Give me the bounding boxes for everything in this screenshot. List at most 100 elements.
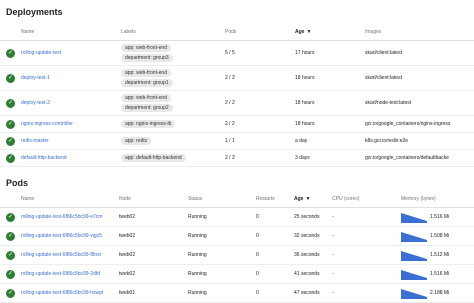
header-images: Images [365, 28, 382, 35]
label-stack: app: web-front-end department: group3 [121, 43, 222, 63]
status-cell: ✓ [0, 136, 18, 146]
status-cell: ✓ [0, 269, 18, 279]
table-row[interactable]: ✓ nginx-ingress-controller app: nginx-ingr… [0, 116, 474, 133]
deployment-name-link[interactable]: rolling-update-test [18, 50, 118, 56]
header-status: Status [188, 195, 203, 202]
image-value: skarl/node-test:latest [365, 100, 412, 106]
age-value: 18 hours [295, 121, 315, 127]
image-value: k8s.gcr.io/redis:e2e [365, 138, 409, 144]
dashboard-page: Deployments Name Labels Pods Age ▼ Images… [0, 0, 474, 303]
age-value: 41 seconds [294, 271, 320, 277]
pods-section: Pods [0, 171, 474, 192]
age-value: 3 days [295, 155, 310, 161]
deployment-name-link[interactable]: redis-master [18, 138, 118, 144]
labels-cell: app: nginx-ingress-lb [118, 119, 222, 129]
table-row[interactable]: ✓ rolling-update-test app: web-front-end de… [0, 41, 474, 66]
restarts-value: 0 [256, 252, 259, 258]
table-row[interactable]: ✓ deploy-test-1 app: web-front-end departme… [0, 66, 474, 91]
status-cell: ✓ [0, 250, 18, 260]
pods-title: Pods [6, 178, 29, 188]
age-value: 18 hours [295, 100, 315, 106]
check-circle-icon: ✓ [6, 119, 15, 129]
pod-name-link[interactable]: rolling-update-test-6f86c5bc99-vqjz5 [18, 233, 116, 239]
table-row[interactable]: ✓ rolling-update-test-6f86c5bc99-e7cm tweb… [0, 208, 474, 227]
node-value: tweb02 [119, 233, 136, 239]
memory-value: 1.512 Mi [430, 252, 450, 258]
memory-value: 1.516 Mi [430, 214, 450, 220]
pod-name-link[interactable]: rolling-update-test-6f86c5bc99-hswpt [18, 290, 116, 296]
label-chip: app: web-front-end [121, 44, 171, 52]
age-value: a day [295, 138, 308, 144]
label-chip: app: redis [121, 137, 151, 145]
memory-value: 1.508 Mi [430, 233, 450, 239]
memory-cell: 1.508 Mi [398, 231, 474, 242]
header-age[interactable]: Age ▼ [292, 29, 362, 35]
header-age-label: Age [295, 28, 305, 35]
check-circle-icon: ✓ [6, 48, 15, 58]
cpu-value: - [332, 252, 334, 258]
node-value: tweb02 [119, 252, 136, 258]
deployment-name-link[interactable]: default-http-backend [18, 155, 118, 161]
table-row[interactable]: ✓ deploy-test-2 app: web-front-end departme… [0, 91, 474, 116]
status-value: Running [188, 214, 207, 220]
status-value: Running [188, 290, 207, 296]
cpu-value: - [332, 214, 334, 220]
pods-count: 1 / 1 [225, 138, 235, 144]
status-value: Running [188, 233, 207, 239]
deployments-title: Deployments [6, 7, 63, 17]
header-age-label: Age [294, 195, 304, 202]
table-row[interactable]: ✓ rolling-update-test-6f86c5bc99-vqjz5 twe… [0, 227, 474, 246]
header-node: Node [119, 195, 131, 202]
memory-cell: 2.188 Mi [398, 288, 474, 299]
header-age[interactable]: Age ▼ [291, 196, 329, 202]
check-circle-icon: ✓ [6, 250, 15, 260]
label-stack: app: web-front-end department: group2 [121, 93, 222, 113]
labels-cell: app: web-front-end department: group2 [118, 93, 222, 113]
pod-name-link[interactable]: rolling-update-test-6f86c5bc99-f8nsr [18, 252, 116, 258]
pods-table: Name Node Status Restarts Age ▼ CPU (core… [0, 190, 474, 303]
pod-name-link[interactable]: rolling-update-test-6f86c5bc99-e7cm [18, 214, 116, 220]
status-cell: ✓ [0, 73, 18, 83]
age-value: 32 seconds [294, 233, 320, 239]
table-row[interactable]: ✓ rolling-update-test-6f86c5bc99-f8nsr twe… [0, 246, 474, 265]
status-cell: ✓ [0, 119, 18, 129]
table-row[interactable]: ✓ rolling-update-test-6f86c5bc99-hswpt twe… [0, 284, 474, 303]
header-name[interactable]: Name [18, 196, 116, 202]
deployments-body: ✓ rolling-update-test app: web-front-end de… [0, 41, 474, 167]
pods-count: 2 / 2 [225, 75, 235, 81]
memory-sparkline [401, 288, 427, 299]
header-name[interactable]: Name [18, 29, 118, 35]
header-labels: Labels [121, 28, 136, 35]
header-pods: Pods [225, 28, 237, 35]
image-value: skarl/client:latest [365, 50, 402, 56]
image-value: gcr.io/google_containers/defaultbacke [365, 155, 449, 161]
label-stack: app: redis [121, 136, 222, 146]
label-stack: app: web-front-end department: group1 [121, 68, 222, 88]
header-cpu: CPU (cores) [332, 195, 360, 202]
age-value: 18 hours [295, 75, 315, 81]
cpu-value: - [332, 290, 334, 296]
status-value: Running [188, 252, 207, 258]
deployment-name-link[interactable]: nginx-ingress-controller [18, 121, 118, 127]
label-chip: app: nginx-ingress-lb [121, 120, 176, 128]
status-cell: ✓ [0, 98, 18, 108]
node-value: tweb02 [119, 271, 136, 277]
restarts-value: 0 [256, 214, 259, 220]
memory-value: 2.188 Mi [430, 290, 450, 296]
label-chip: department: group3 [121, 54, 173, 62]
table-row[interactable]: ✓ rolling-update-test-6f86c5bc99-2dfd tweb… [0, 265, 474, 284]
labels-cell: app: web-front-end department: group3 [118, 43, 222, 63]
check-circle-icon: ✓ [6, 98, 15, 108]
header-memory: Memory (bytes) [401, 195, 436, 202]
deployments-header: Name Labels Pods Age ▼ Images [0, 23, 474, 41]
pods-count: 5 / 5 [225, 50, 235, 56]
table-row[interactable]: ✓ redis-master app: redis 1 / 1 a day k8s.gcr… [0, 133, 474, 150]
deployment-name-link[interactable]: deploy-test-1 [18, 75, 118, 81]
labels-cell: app: web-front-end department: group1 [118, 68, 222, 88]
label-chip: department: group2 [121, 104, 173, 112]
deployment-name-link[interactable]: deploy-test-2 [18, 100, 118, 106]
pod-name-link[interactable]: rolling-update-test-6f86c5bc99-2dfd [18, 271, 116, 277]
memory-sparkline [401, 231, 427, 242]
check-circle-icon: ✓ [6, 231, 15, 241]
table-row[interactable]: ✓ default-http-backend app: default-http-b… [0, 150, 474, 167]
